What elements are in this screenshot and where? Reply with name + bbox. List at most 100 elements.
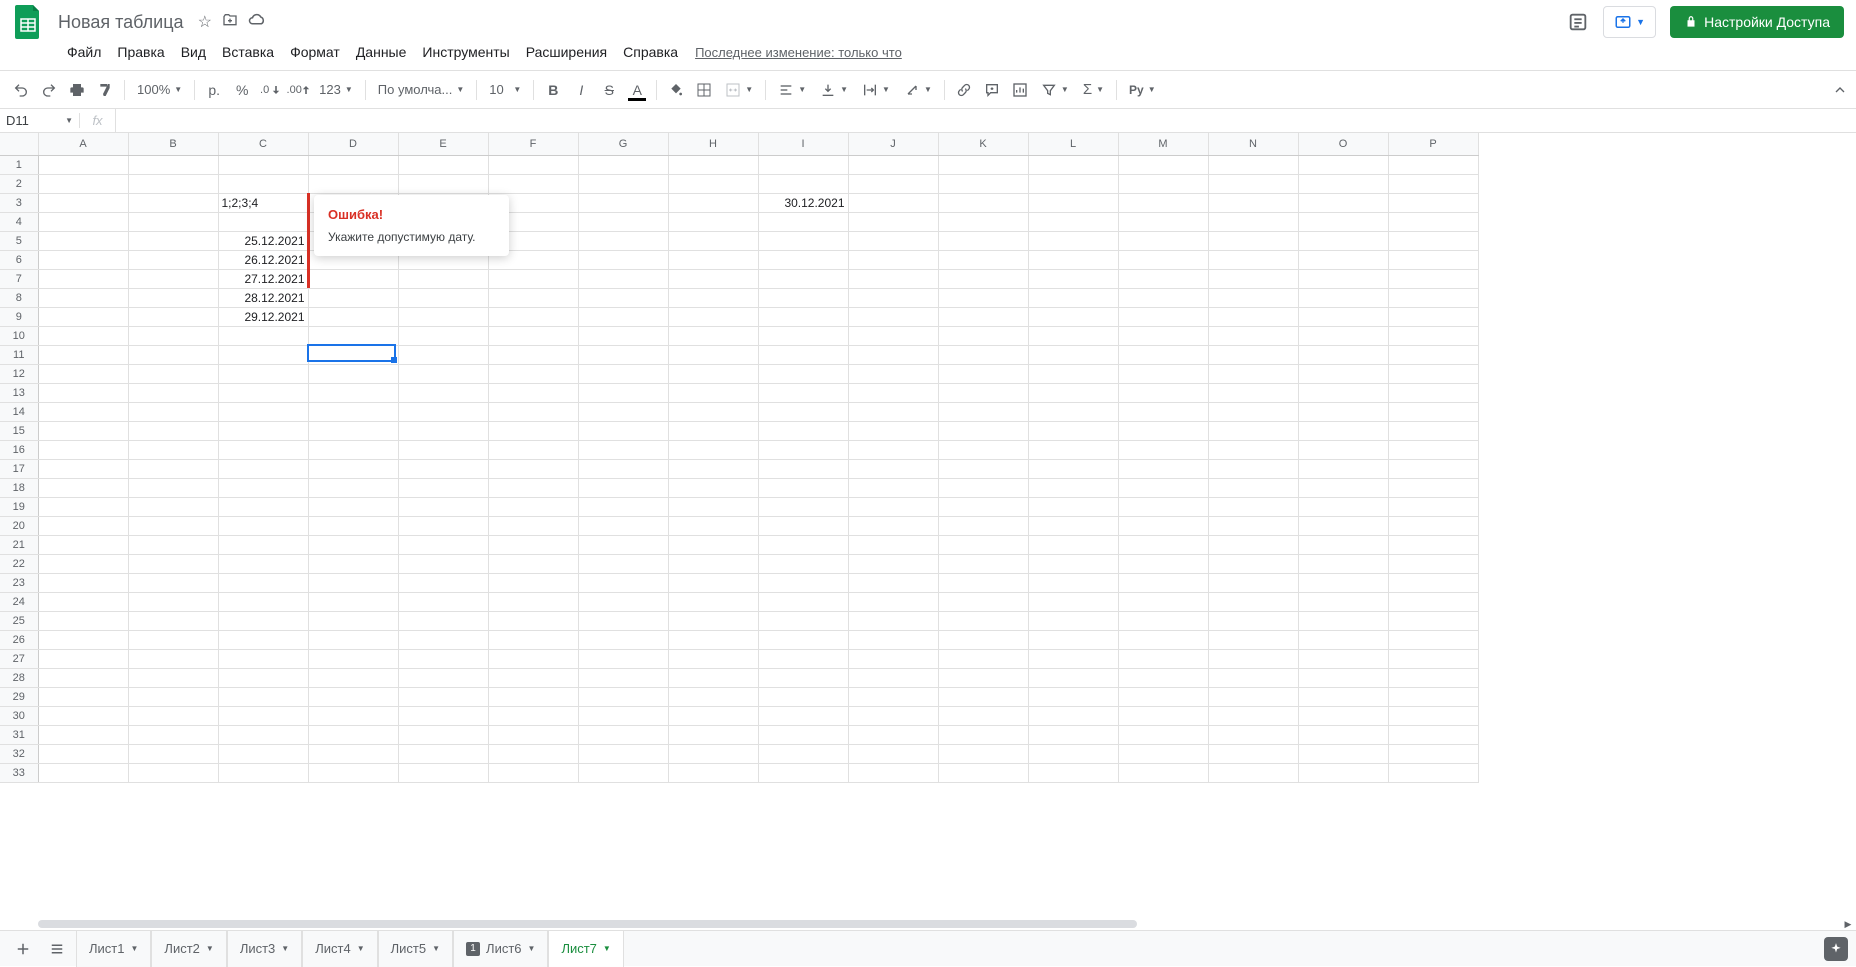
cell[interactable] (128, 611, 218, 630)
cell[interactable] (758, 554, 848, 573)
cell[interactable] (1028, 649, 1118, 668)
row-header[interactable]: 1 (0, 155, 38, 174)
cell[interactable] (1298, 364, 1388, 383)
menu-edit[interactable]: Правка (110, 40, 171, 64)
cell[interactable] (1388, 326, 1478, 345)
cell[interactable] (578, 668, 668, 687)
cell[interactable] (848, 725, 938, 744)
cell[interactable] (1208, 383, 1298, 402)
cell[interactable] (1298, 440, 1388, 459)
cell[interactable] (398, 687, 488, 706)
cell[interactable] (758, 478, 848, 497)
cell[interactable] (578, 706, 668, 725)
cell[interactable] (488, 611, 578, 630)
cell[interactable] (758, 592, 848, 611)
cell[interactable] (488, 383, 578, 402)
cell[interactable] (938, 763, 1028, 782)
cell[interactable] (128, 725, 218, 744)
row-header[interactable]: 33 (0, 763, 38, 782)
cell[interactable] (1298, 744, 1388, 763)
row-header[interactable]: 9 (0, 307, 38, 326)
link-button[interactable] (951, 77, 977, 103)
cell[interactable] (1298, 231, 1388, 250)
cell[interactable] (668, 611, 758, 630)
tab-menu-arrow-icon[interactable]: ▼ (130, 944, 138, 953)
cell[interactable] (578, 326, 668, 345)
cell[interactable] (398, 725, 488, 744)
cell[interactable] (848, 231, 938, 250)
cell[interactable] (1388, 174, 1478, 193)
cell[interactable] (848, 706, 938, 725)
column-header[interactable]: I (758, 133, 848, 155)
row-header[interactable]: 3 (0, 193, 38, 212)
cell[interactable] (1118, 326, 1208, 345)
column-header[interactable]: N (1208, 133, 1298, 155)
cell[interactable] (938, 307, 1028, 326)
cell[interactable] (38, 478, 128, 497)
cell[interactable] (1028, 231, 1118, 250)
cell[interactable] (308, 592, 398, 611)
cell[interactable] (758, 307, 848, 326)
cell[interactable] (848, 687, 938, 706)
cell[interactable] (38, 497, 128, 516)
cell[interactable] (1298, 668, 1388, 687)
cell[interactable] (578, 725, 668, 744)
cell[interactable] (1028, 630, 1118, 649)
cell[interactable] (1388, 231, 1478, 250)
menu-file[interactable]: Файл (60, 40, 108, 64)
cell[interactable] (1028, 155, 1118, 174)
cell[interactable] (668, 763, 758, 782)
cell[interactable] (128, 497, 218, 516)
cell[interactable] (1208, 687, 1298, 706)
cell[interactable] (668, 668, 758, 687)
cell[interactable] (1388, 592, 1478, 611)
cell[interactable] (1298, 269, 1388, 288)
cell[interactable] (1298, 763, 1388, 782)
cell[interactable] (848, 269, 938, 288)
cell[interactable] (938, 383, 1028, 402)
cell[interactable] (1028, 478, 1118, 497)
cell[interactable] (1208, 402, 1298, 421)
history-icon[interactable] (1567, 11, 1589, 33)
cell[interactable] (758, 611, 848, 630)
cell[interactable] (668, 440, 758, 459)
row-header[interactable]: 25 (0, 611, 38, 630)
column-header[interactable]: K (938, 133, 1028, 155)
cell[interactable] (1298, 725, 1388, 744)
cell[interactable] (128, 402, 218, 421)
cell[interactable] (308, 307, 398, 326)
cell[interactable] (218, 497, 308, 516)
cell[interactable] (1208, 155, 1298, 174)
cell[interactable] (848, 155, 938, 174)
cell[interactable] (1388, 687, 1478, 706)
cell[interactable] (1028, 288, 1118, 307)
percent-button[interactable]: % (229, 77, 255, 103)
cell[interactable] (668, 478, 758, 497)
cell[interactable] (1118, 573, 1208, 592)
cell[interactable] (1118, 250, 1208, 269)
cell[interactable] (578, 364, 668, 383)
tab-menu-arrow-icon[interactable]: ▼ (432, 944, 440, 953)
cell[interactable] (938, 649, 1028, 668)
cell[interactable] (38, 402, 128, 421)
cell[interactable] (848, 497, 938, 516)
cell[interactable] (1028, 668, 1118, 687)
cell[interactable] (668, 288, 758, 307)
cell[interactable] (758, 630, 848, 649)
row-header[interactable]: 29 (0, 687, 38, 706)
cell[interactable] (758, 269, 848, 288)
cell[interactable] (848, 212, 938, 231)
column-header[interactable]: J (848, 133, 938, 155)
cell[interactable] (488, 155, 578, 174)
cell[interactable] (1388, 497, 1478, 516)
cell[interactable] (218, 402, 308, 421)
cell[interactable] (1388, 212, 1478, 231)
cell[interactable] (1298, 573, 1388, 592)
cell[interactable] (668, 250, 758, 269)
cell[interactable] (38, 345, 128, 364)
row-header[interactable]: 19 (0, 497, 38, 516)
cell[interactable] (38, 535, 128, 554)
cell[interactable] (668, 155, 758, 174)
cell[interactable] (938, 421, 1028, 440)
cell[interactable] (398, 668, 488, 687)
